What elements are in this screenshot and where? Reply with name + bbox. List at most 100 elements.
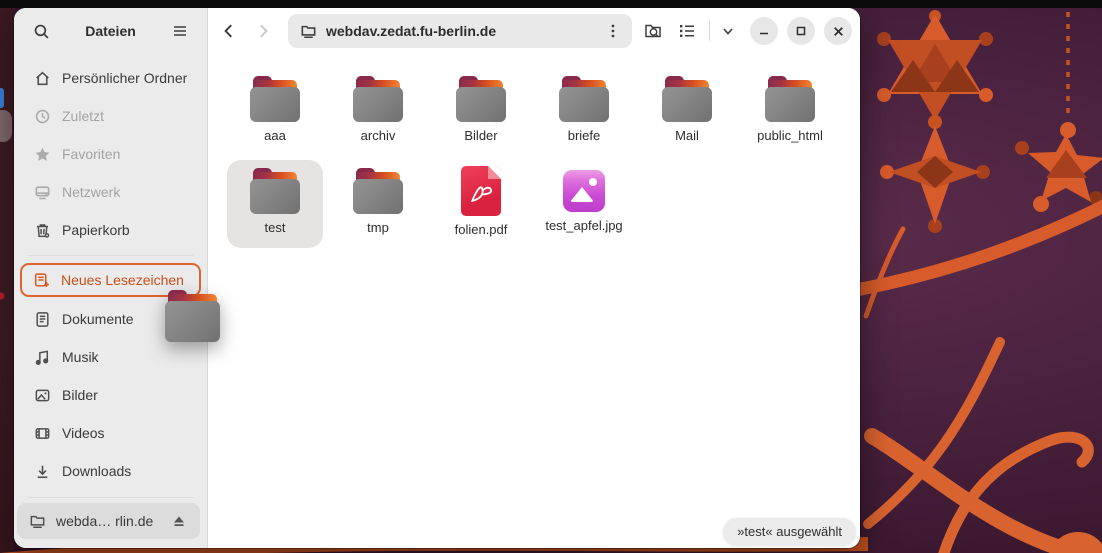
dragged-folder-ghost	[165, 290, 220, 342]
eject-icon	[174, 516, 184, 526]
hanging-star-ornament	[1015, 0, 1102, 212]
location-bar[interactable]: webdav.zedat.fu-berlin.de	[288, 14, 632, 48]
sidebar-item-webdav-mount[interactable]: webda… rlin.de	[17, 503, 200, 539]
sidebar-item-label: Zuletzt	[62, 108, 105, 124]
location-text: webdav.zedat.fu-berlin.de	[326, 23, 497, 39]
sidebar-item-home[interactable]: Persönlicher Ordner	[17, 59, 204, 97]
sidebar-item-label: Downloads	[62, 463, 132, 479]
search-icon	[34, 24, 48, 38]
file-row-1: aaa archiv Bilder briefe Mail public_htm…	[227, 68, 860, 156]
folder-icon	[353, 168, 403, 214]
bookmark-new-icon	[33, 272, 50, 289]
file-item-folder[interactable]: Mail	[639, 68, 735, 156]
sidebar: Dateien Persönlicher Ordner Zuletzt Favo…	[14, 8, 208, 548]
file-name: Mail	[675, 128, 699, 143]
file-item-folder[interactable]: aaa	[227, 68, 323, 156]
header-bar: webdav.zedat.fu-berlin.de	[208, 8, 860, 54]
folder-search-icon	[645, 24, 661, 38]
hamburger-icon	[174, 26, 186, 36]
file-row-2: test tmp folien.pdf test_apfel.jpg	[227, 160, 860, 248]
sidebar-item-recent[interactable]: Zuletzt	[17, 97, 204, 135]
close-button[interactable]	[824, 17, 852, 45]
download-icon	[34, 463, 51, 480]
sidebar-item-label: Bilder	[62, 387, 98, 403]
minimize-icon	[760, 32, 768, 35]
file-name: test_apfel.jpg	[545, 218, 623, 233]
sidebar-list: Persönlicher Ordner Zuletzt Favoriten Ne…	[14, 54, 207, 249]
list-view-icon	[680, 25, 694, 37]
diamond-ornament	[880, 115, 990, 233]
picture-icon	[34, 387, 51, 404]
sidebar-item-label: Dokumente	[62, 311, 134, 327]
sidebar-item-videos[interactable]: Videos	[17, 414, 204, 452]
file-item-folder[interactable]: briefe	[536, 68, 632, 156]
sidebar-item-label: Videos	[62, 425, 105, 441]
file-item-folder[interactable]: tmp	[330, 160, 426, 248]
sidebar-divider-bottom	[28, 497, 193, 498]
file-name: test	[264, 220, 286, 235]
folder-icon	[353, 76, 403, 122]
sidebar-header: Dateien	[14, 8, 207, 54]
folder-icon	[456, 76, 506, 122]
trash-icon	[34, 222, 51, 239]
close-icon	[833, 26, 843, 36]
sidebar-item-pictures[interactable]: Bilder	[17, 376, 204, 414]
file-item-folder[interactable]: Bilder	[433, 68, 529, 156]
image-icon	[563, 170, 605, 212]
folder-icon	[765, 76, 815, 122]
location-menu-button[interactable]	[602, 20, 624, 42]
home-icon	[34, 70, 51, 87]
eject-button[interactable]	[172, 513, 188, 529]
sidebar-item-network[interactable]: Netzwerk	[17, 173, 204, 211]
files-window: Dateien Persönlicher Ordner Zuletzt Favo…	[14, 8, 860, 548]
kebab-icon	[611, 24, 615, 38]
sidebar-item-trash[interactable]: Papierkorb	[17, 211, 204, 249]
list-view-button[interactable]	[670, 14, 704, 48]
video-icon	[34, 425, 51, 442]
folder-icon	[165, 290, 220, 342]
search-in-location-button[interactable]	[636, 14, 670, 48]
file-item-folder-selected[interactable]: test	[227, 160, 323, 248]
maximize-button[interactable]	[787, 17, 815, 45]
sidebar-item-starred[interactable]: Favoriten	[17, 135, 204, 173]
music-note-icon	[34, 349, 51, 366]
file-item-folder[interactable]: archiv	[330, 68, 426, 156]
forward-button[interactable]	[246, 14, 280, 48]
file-name: archiv	[360, 128, 396, 143]
app-title: Dateien	[85, 23, 136, 39]
sidebar-item-label: Favoriten	[62, 146, 121, 162]
sidebar-divider	[28, 255, 193, 256]
selection-status-badge: »test« ausgewählt	[723, 518, 856, 545]
view-options-button[interactable]	[715, 14, 741, 48]
sidebar-item-music[interactable]: Musik	[17, 338, 204, 376]
file-name: folien.pdf	[454, 222, 508, 237]
sidebar-item-label: Musik	[62, 349, 99, 365]
menu-button[interactable]	[167, 18, 193, 44]
file-grid: aaa archiv Bilder briefe Mail public_htm…	[208, 54, 860, 548]
chevron-down-icon	[723, 28, 733, 35]
remote-folder-icon	[29, 513, 46, 530]
file-name: briefe	[567, 128, 601, 143]
minimize-button[interactable]	[750, 17, 778, 45]
back-button[interactable]	[212, 14, 246, 48]
new-bookmark-label: Neues Lesezeichen	[61, 272, 184, 288]
file-item-pdf[interactable]: folien.pdf	[433, 160, 529, 248]
pdf-icon	[461, 166, 501, 216]
toolbar-separator	[709, 21, 710, 41]
file-item-image[interactable]: test_apfel.jpg	[536, 160, 632, 248]
remote-folder-icon	[300, 23, 317, 40]
document-icon	[34, 311, 51, 328]
sidebar-item-downloads[interactable]: Downloads	[17, 452, 204, 490]
clock-icon	[34, 108, 51, 125]
file-name: Bilder	[464, 128, 498, 143]
screen-top-strip	[0, 0, 1102, 8]
file-name: tmp	[367, 220, 389, 235]
search-button[interactable]	[28, 18, 54, 44]
file-name: aaa	[264, 128, 286, 143]
chevron-right-icon	[260, 24, 268, 38]
sidebar-item-label: Netzwerk	[62, 184, 121, 200]
sidebar-item-label: Papierkorb	[62, 222, 130, 238]
folder-icon	[662, 76, 712, 122]
file-item-folder[interactable]: public_html	[742, 68, 838, 156]
mount-label: webda… rlin.de	[56, 513, 154, 529]
